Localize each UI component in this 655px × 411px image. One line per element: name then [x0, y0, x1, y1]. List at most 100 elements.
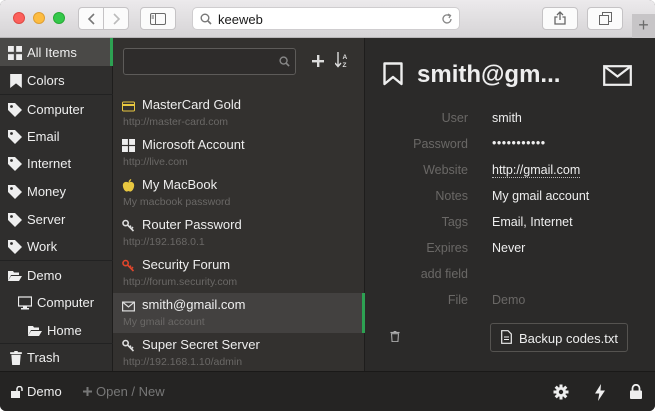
url-text: keeweb — [218, 12, 263, 27]
browser-window: keeweb + All Items Colors Computer Email… — [0, 0, 655, 411]
new-tab-button[interactable]: + — [632, 14, 655, 38]
entry-subtitle: http://192.168.0.1 — [123, 236, 205, 248]
entry-subtitle: http://master-card.com — [123, 116, 229, 128]
menu-item-tag-computer[interactable]: Computer — [0, 96, 113, 122]
entry-title-heading[interactable]: smith@gm... — [417, 61, 560, 89]
tag-icon — [8, 130, 22, 144]
field-value-user[interactable]: smith — [492, 111, 522, 125]
grid-icon — [8, 46, 22, 60]
reload-icon[interactable] — [441, 13, 453, 25]
menu-divider — [0, 94, 113, 95]
back-button[interactable] — [78, 7, 104, 30]
field-label-file: File — [447, 293, 468, 307]
open-new-button[interactable]: Open / New — [96, 384, 165, 399]
sort-icon[interactable]: AZ — [335, 52, 349, 68]
list-item[interactable]: Microsoft Account http://live.com — [113, 133, 365, 173]
menu-item-label: Internet — [27, 156, 72, 171]
svg-text:Z: Z — [343, 62, 347, 68]
key-icon — [122, 259, 135, 272]
tabs-overview-button[interactable] — [587, 7, 623, 30]
chevron-left-icon — [87, 13, 95, 25]
menu-item-tag-server[interactable]: Server — [0, 206, 113, 232]
entry-title: Router Password — [142, 217, 242, 232]
menu-item-label: Computer — [37, 295, 95, 310]
tag-icon — [8, 240, 22, 254]
trash-icon[interactable] — [390, 331, 400, 342]
field-value-tags[interactable]: Email, Internet — [492, 215, 573, 229]
add-entry-icon[interactable] — [312, 55, 324, 67]
field-value-password[interactable]: ••••••••••• — [492, 136, 546, 150]
menu-item-all-items[interactable]: All Items — [0, 38, 113, 66]
lock-icon[interactable] — [630, 384, 642, 399]
search-icon — [279, 56, 290, 67]
plus-icon — [83, 387, 92, 396]
app-footer: Demo Open / New — [0, 371, 655, 411]
minimize-window-button[interactable] — [33, 12, 45, 24]
tabs-icon — [598, 12, 612, 25]
menu-item-label: Work — [27, 239, 58, 254]
entry-title: Microsoft Account — [142, 137, 245, 152]
field-value-website[interactable]: http://gmail.com — [492, 163, 581, 178]
field-label-notes: Notes — [435, 189, 468, 203]
field-label-password: Password — [413, 137, 468, 151]
field-value-expires[interactable]: Never — [492, 241, 525, 255]
menu-item-label: Home — [47, 323, 82, 338]
field-value-file[interactable]: Demo — [492, 293, 525, 307]
sidebar-toggle-button[interactable] — [140, 7, 176, 30]
file-icon — [501, 330, 512, 344]
bookmark-icon[interactable] — [383, 62, 403, 86]
menu-item-label: Computer — [27, 102, 85, 117]
address-bar[interactable]: keeweb — [192, 7, 460, 30]
close-window-button[interactable] — [13, 12, 25, 24]
field-value-notes[interactable]: My gmail account — [492, 189, 589, 203]
menu-item-tag-work[interactable]: Work — [0, 233, 113, 259]
gear-icon[interactable] — [553, 384, 569, 400]
list-item[interactable]: Super Secret Server http://192.168.1.10/… — [113, 333, 365, 373]
zoom-window-button[interactable] — [53, 12, 65, 24]
menu-item-tag-internet[interactable]: Internet — [0, 150, 113, 176]
entry-subtitle: My gmail account — [123, 316, 205, 328]
list-item[interactable]: Router Password http://192.168.0.1 — [113, 213, 365, 253]
app-main: All Items Colors Computer Email Internet — [0, 38, 655, 371]
list-item[interactable]: MasterCard Gold http://master-card.com — [113, 93, 365, 133]
share-icon — [554, 11, 566, 25]
apple-icon — [122, 179, 135, 192]
list-item[interactable]: Security Forum http://forum.security.com — [113, 253, 365, 293]
entry-title: smith@gmail.com — [142, 297, 246, 312]
browser-toolbar: keeweb + — [0, 0, 655, 38]
search-icon — [200, 13, 212, 25]
share-button[interactable] — [542, 7, 578, 30]
menu-item-label: All Items — [27, 45, 77, 60]
menu-item-colors[interactable]: Colors — [0, 67, 113, 93]
tag-icon — [8, 213, 22, 227]
list-item[interactable]: My MacBook My macbook password — [113, 173, 365, 213]
lightning-icon[interactable] — [595, 384, 605, 401]
menu-item-label: Server — [27, 212, 66, 227]
menu-item-group-demo[interactable]: Demo — [0, 262, 113, 288]
menu-item-group-computer[interactable]: Computer — [0, 289, 113, 315]
entry-subtitle: http://192.168.1.10/admin — [123, 356, 243, 368]
menu-item-tag-money[interactable]: Money — [0, 178, 113, 204]
svg-text:A: A — [343, 54, 348, 61]
field-label-tags: Tags — [441, 215, 468, 229]
menu-item-trash[interactable]: Trash — [0, 344, 113, 370]
forward-button[interactable] — [103, 7, 129, 30]
sidebar-icon — [150, 13, 166, 25]
list-item-selected[interactable]: smith@gmail.com My gmail account — [113, 293, 365, 333]
envelope-icon[interactable] — [603, 65, 632, 86]
open-file-name[interactable]: Demo — [27, 384, 62, 399]
chevron-right-icon — [112, 13, 120, 25]
add-field-link[interactable]: add field — [365, 267, 468, 281]
menu-item-label: Colors — [27, 73, 65, 88]
desktop-icon — [18, 296, 32, 310]
attachment-button[interactable]: Backup codes.txt — [490, 323, 628, 352]
folder-open-icon — [8, 271, 22, 281]
key-icon — [122, 219, 135, 232]
menu-item-group-home[interactable]: Home — [0, 317, 113, 343]
search-input[interactable] — [123, 48, 296, 75]
tag-icon — [8, 157, 22, 171]
menu-item-tag-email[interactable]: Email — [0, 123, 113, 149]
entry-title: MasterCard Gold — [142, 97, 241, 112]
field-label-website: Website — [423, 163, 468, 177]
folder-open-icon — [28, 326, 42, 336]
